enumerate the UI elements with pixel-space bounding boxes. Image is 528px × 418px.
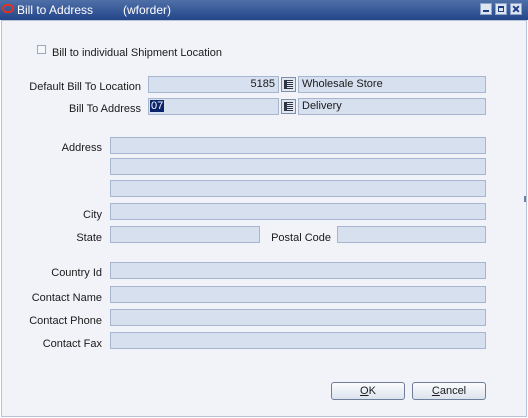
ok-button[interactable]: OK bbox=[331, 382, 405, 400]
default-bill-location-label: Default Bill To Location bbox=[29, 81, 141, 93]
bill-to-address-code-field[interactable]: 07 bbox=[148, 98, 279, 115]
address-line2-field[interactable] bbox=[110, 158, 486, 175]
bill-to-address-desc: Delivery bbox=[302, 100, 342, 112]
postal-code-field[interactable] bbox=[337, 226, 486, 243]
contact-phone-field[interactable] bbox=[110, 309, 486, 326]
default-bill-location-code: 5185 bbox=[250, 78, 275, 90]
state-label: State bbox=[76, 232, 102, 244]
contact-name-label: Contact Name bbox=[31, 292, 102, 304]
ok-button-mnemonic: O bbox=[360, 385, 369, 397]
window-subtitle: (wforder) bbox=[123, 3, 172, 17]
list-of-values-icon[interactable] bbox=[281, 99, 296, 114]
ok-button-label: K bbox=[368, 385, 376, 397]
contact-name-field[interactable] bbox=[110, 286, 486, 303]
window-edge-marker bbox=[524, 196, 526, 202]
cancel-button-mnemonic: C bbox=[431, 385, 440, 397]
bill-to-address-label: Bill To Address bbox=[69, 103, 141, 115]
maximize-icon[interactable] bbox=[495, 3, 507, 15]
window-titlebar[interactable]: Bill to Address (wforder) bbox=[0, 0, 528, 20]
contact-fax-field[interactable] bbox=[110, 332, 486, 349]
bill-to-address-desc-field: Delivery bbox=[298, 98, 486, 115]
minimize-icon[interactable] bbox=[480, 3, 492, 15]
default-bill-location-code-field[interactable]: 5185 bbox=[148, 76, 279, 93]
window-title: Bill to Address bbox=[17, 3, 94, 17]
address-label: Address bbox=[61, 142, 102, 154]
country-id-field[interactable] bbox=[110, 262, 486, 279]
bill-individual-checkbox[interactable] bbox=[37, 45, 46, 54]
country-id-label: Country Id bbox=[51, 267, 102, 279]
contact-fax-label: Contact Fax bbox=[42, 338, 102, 350]
city-field[interactable] bbox=[110, 203, 486, 220]
address-line3-field[interactable] bbox=[110, 180, 486, 197]
default-bill-location-desc-field: Wholesale Store bbox=[298, 76, 486, 93]
cancel-button-label: ancel bbox=[439, 385, 467, 397]
postal-code-label: Postal Code bbox=[271, 232, 331, 244]
default-bill-location-desc: Wholesale Store bbox=[302, 78, 383, 90]
state-field[interactable] bbox=[110, 226, 260, 243]
contact-phone-label: Contact Phone bbox=[29, 315, 102, 327]
bill-to-address-code: 07 bbox=[150, 100, 165, 112]
city-label: City bbox=[83, 209, 102, 221]
bill-individual-label: Bill to individual Shipment Location bbox=[52, 47, 222, 59]
address-line1-field[interactable] bbox=[110, 137, 486, 154]
cancel-button[interactable]: Cancel bbox=[412, 382, 486, 400]
list-of-values-icon[interactable] bbox=[281, 77, 296, 92]
oracle-logo-icon bbox=[2, 4, 14, 13]
close-icon[interactable] bbox=[510, 3, 522, 15]
